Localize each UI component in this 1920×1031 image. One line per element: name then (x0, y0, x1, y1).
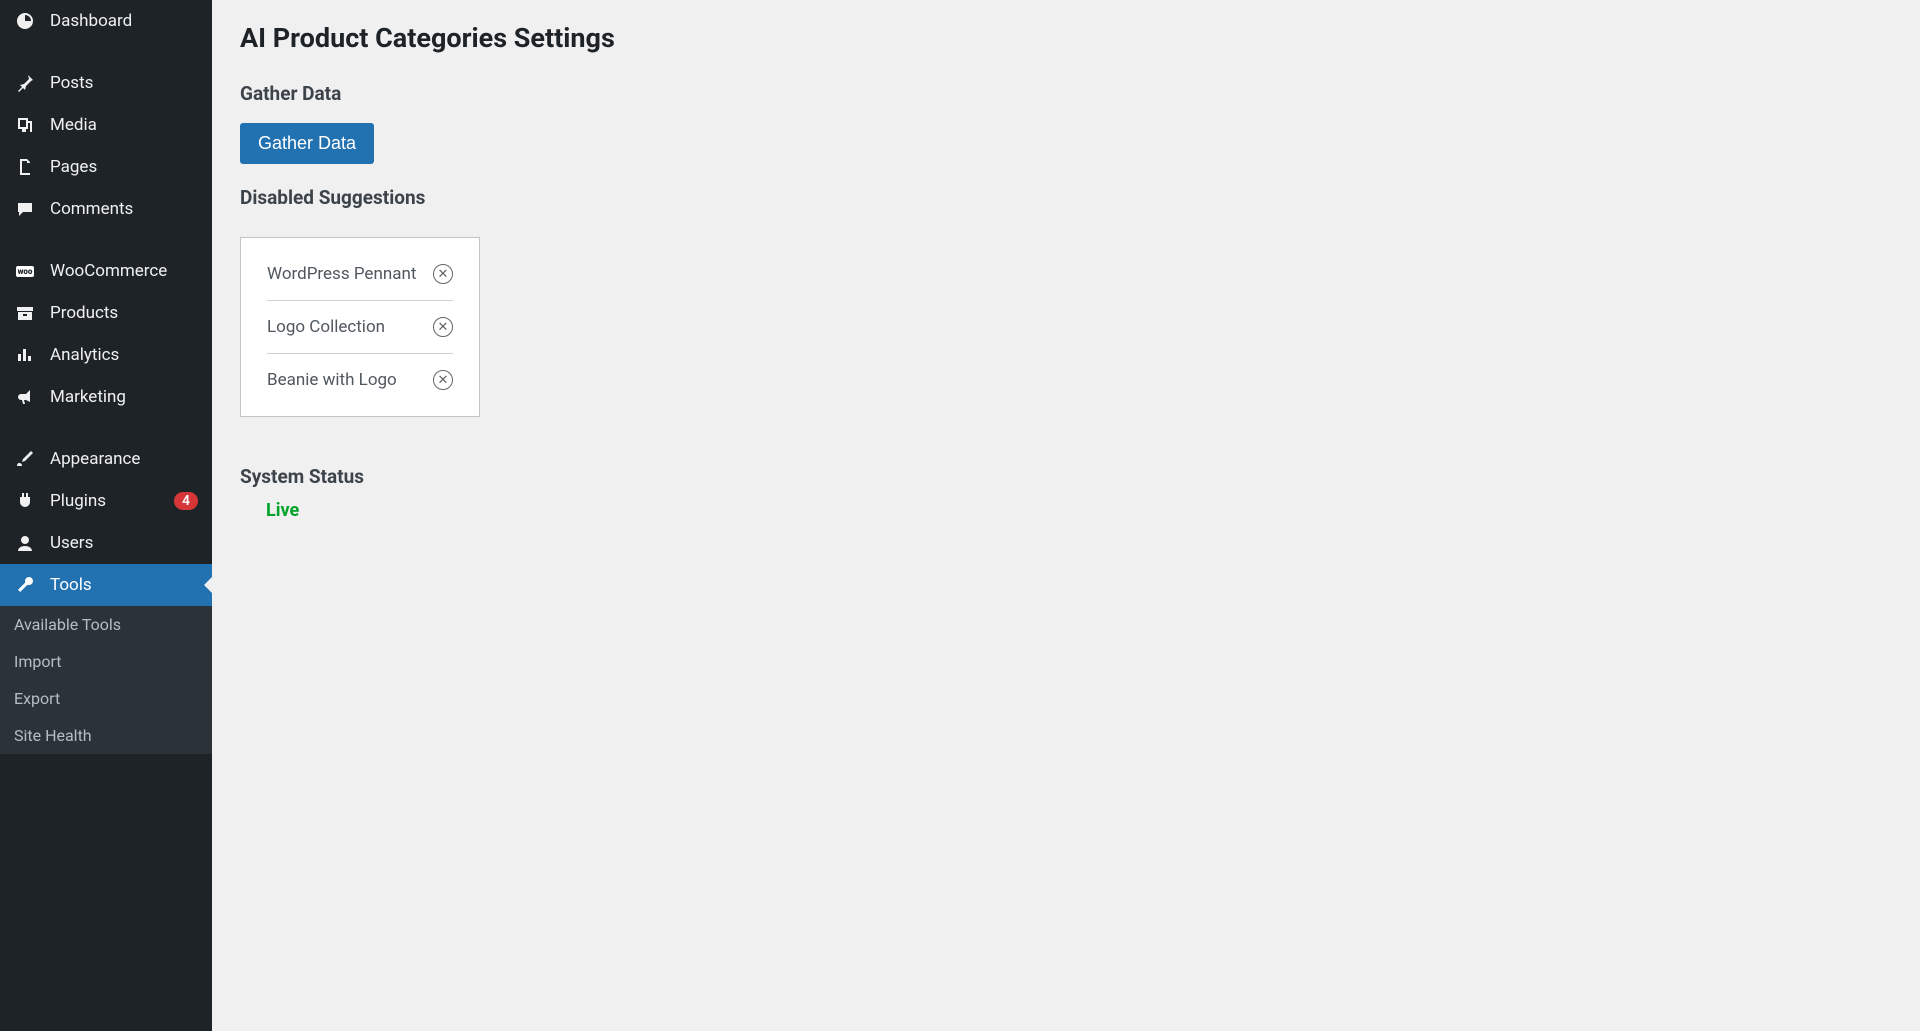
submenu-item-available-tools[interactable]: Available Tools (0, 606, 212, 643)
sidebar-item-woocommerce[interactable]: woo WooCommerce (0, 250, 212, 292)
remove-icon[interactable]: ✕ (433, 317, 453, 337)
sidebar-item-users[interactable]: Users (0, 522, 212, 564)
admin-sidebar: Dashboard Posts Media Pages Comments woo (0, 0, 212, 1031)
sidebar-item-products[interactable]: Products (0, 292, 212, 334)
status-heading: System Status (240, 465, 1892, 488)
comment-icon (14, 198, 36, 220)
sidebar-item-media[interactable]: Media (0, 104, 212, 146)
sidebar-item-comments[interactable]: Comments (0, 188, 212, 230)
sidebar-item-appearance[interactable]: Appearance (0, 438, 212, 480)
chart-icon (14, 344, 36, 366)
menu-label: Comments (50, 199, 198, 219)
megaphone-icon (14, 386, 36, 408)
submenu-item-import[interactable]: Import (0, 643, 212, 680)
page-title: AI Product Categories Settings (240, 10, 1892, 60)
media-icon (14, 114, 36, 136)
disabled-heading: Disabled Suggestions (240, 186, 1892, 209)
status-value: Live (266, 500, 1892, 521)
tools-submenu: Available Tools Import Export Site Healt… (0, 606, 212, 754)
disabled-suggestions-panel: WordPress Pennant ✕ Logo Collection ✕ Be… (240, 237, 480, 417)
suggestion-row: WordPress Pennant ✕ (267, 248, 453, 301)
sidebar-item-posts[interactable]: Posts (0, 62, 212, 104)
menu-label: Tools (50, 575, 198, 595)
menu-label: Products (50, 303, 198, 323)
suggestion-row: Logo Collection ✕ (267, 301, 453, 354)
remove-icon[interactable]: ✕ (433, 264, 453, 284)
remove-icon[interactable]: ✕ (433, 370, 453, 390)
menu-label: Plugins (50, 491, 160, 511)
menu-label: WooCommerce (50, 261, 198, 281)
suggestion-name: WordPress Pennant (267, 264, 416, 284)
submenu-item-site-health[interactable]: Site Health (0, 717, 212, 754)
sidebar-item-tools[interactable]: Tools (0, 564, 212, 606)
submenu-item-export[interactable]: Export (0, 680, 212, 717)
menu-label: Analytics (50, 345, 198, 365)
plugin-icon (14, 490, 36, 512)
pages-icon (14, 156, 36, 178)
user-icon (14, 532, 36, 554)
brush-icon (14, 448, 36, 470)
dashboard-icon (14, 10, 36, 32)
sidebar-item-marketing[interactable]: Marketing (0, 376, 212, 418)
sidebar-item-analytics[interactable]: Analytics (0, 334, 212, 376)
archive-icon (14, 302, 36, 324)
suggestion-name: Beanie with Logo (267, 370, 397, 390)
gather-heading: Gather Data (240, 82, 1892, 105)
wrench-icon (14, 574, 36, 596)
main-content: AI Product Categories Settings Gather Da… (212, 0, 1920, 1031)
gather-data-button[interactable]: Gather Data (240, 123, 374, 164)
menu-label: Marketing (50, 387, 198, 407)
menu-label: Users (50, 533, 198, 553)
update-badge: 4 (174, 492, 198, 510)
menu-label: Dashboard (50, 11, 198, 31)
sidebar-item-plugins[interactable]: Plugins 4 (0, 480, 212, 522)
sidebar-item-pages[interactable]: Pages (0, 146, 212, 188)
menu-label: Media (50, 115, 198, 135)
suggestion-row: Beanie with Logo ✕ (267, 354, 453, 406)
menu-label: Pages (50, 157, 198, 177)
sidebar-item-dashboard[interactable]: Dashboard (0, 0, 212, 42)
suggestion-name: Logo Collection (267, 317, 385, 337)
pin-icon (14, 72, 36, 94)
woo-icon: woo (14, 260, 36, 282)
menu-label: Posts (50, 73, 198, 93)
menu-label: Appearance (50, 449, 198, 469)
